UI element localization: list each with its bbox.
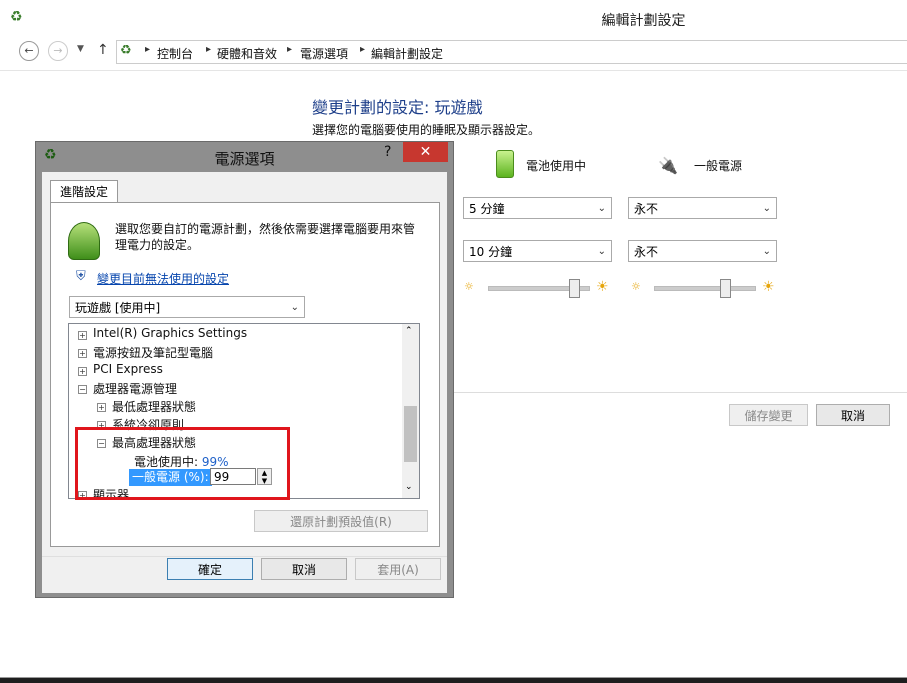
expand-icon[interactable]: + (97, 403, 106, 412)
sleep-plugged-select[interactable]: 永不 ⌄ (628, 240, 777, 262)
address-bar[interactable]: ♻ ▸ 控制台 ▸ 硬體和音效 ▸ 電源選項 ▸ 編輯計劃設定 (116, 40, 907, 64)
expand-icon[interactable]: + (78, 331, 87, 340)
chevron-down-icon: ⌄ (597, 246, 606, 257)
save-changes-button[interactable]: 儲存變更 (729, 404, 808, 426)
brightness-plugged-slider[interactable] (654, 286, 756, 291)
tree-item[interactable]: Intel(R) Graphics Settings (93, 326, 247, 340)
select-value: 10 分鐘 (469, 245, 513, 259)
power-plug-icon: 🔌 (658, 156, 678, 175)
breadcrumb-separator[interactable]: ▸ (287, 44, 292, 55)
breadcrumb-separator[interactable]: ▸ (206, 44, 211, 55)
restore-defaults-button[interactable]: 還原計劃預設值(R) (254, 510, 428, 532)
slider-thumb[interactable] (569, 279, 580, 298)
slider-thumb[interactable] (720, 279, 731, 298)
plugged-column-header: 一般電源 (694, 159, 743, 173)
ok-button[interactable]: 確定 (167, 558, 253, 580)
recent-dropdown-icon[interactable]: ▼ (77, 44, 84, 54)
dialog-body: 進階設定 選取您要自訂的電源計劃，然後依需要選擇電腦要用來管理電力的設定。 ⛨ … (42, 172, 447, 593)
forward-button[interactable]: → (48, 41, 68, 61)
intro-text: 選取您要自訂的電源計劃，然後依需要選擇電腦要用來管理電力的設定。 (115, 222, 416, 252)
scroll-up-icon[interactable]: ⌃ (405, 326, 413, 336)
breadcrumb-hardware-sound[interactable]: 硬體和音效 (217, 45, 277, 62)
dialog-cancel-button[interactable]: 取消 (261, 558, 347, 580)
select-value: 永不 (634, 202, 659, 216)
annotation-highlight-box (75, 427, 290, 500)
page-description: 選擇您的電腦要使用的睡眠及顯示器設定。 (312, 123, 541, 137)
tree-item[interactable]: 處理器電源管理 (93, 380, 177, 397)
page-title: 變更計劃的設定: 玩遊戲 (312, 98, 483, 117)
window-title: 編輯計劃設定 (601, 13, 686, 29)
display-off-plugged-select[interactable]: 永不 ⌄ (628, 197, 777, 219)
dim-brightness-icon: ☼ (464, 280, 474, 293)
title-bar: ♻ 編輯計劃設定 (0, 0, 907, 36)
scroll-down-icon[interactable]: ⌄ (405, 482, 413, 492)
back-button[interactable]: ← (19, 41, 39, 61)
select-value: 玩遊戲 [使用中] (75, 301, 161, 315)
control-panel-icon: ♻ (120, 43, 132, 58)
breadcrumb-separator[interactable]: ▸ (145, 44, 150, 55)
breadcrumb-edit-plan[interactable]: 編輯計劃設定 (371, 45, 443, 62)
bright-brightness-icon: ☀ (596, 279, 609, 295)
bright-brightness-icon: ☀ (762, 279, 775, 295)
shield-icon: ⛨ (76, 269, 86, 284)
help-button[interactable]: ? (384, 144, 391, 160)
apply-button[interactable]: 套用(A) (355, 558, 441, 580)
sleep-battery-select[interactable]: 10 分鐘 ⌄ (463, 240, 612, 262)
scroll-thumb[interactable] (404, 406, 417, 462)
cancel-button[interactable]: 取消 (816, 404, 890, 426)
breadcrumb-separator[interactable]: ▸ (360, 44, 365, 55)
tree-item[interactable]: PCI Express (93, 362, 163, 376)
power-options-dialog: ♻ 電源選項 ? ✕ 進階設定 選取您要自訂的電源計劃，然後依需要選擇電腦要用來… (35, 141, 454, 598)
tree-item[interactable]: 電源按鈕及筆記型電腦 (93, 344, 213, 361)
battery-column-header: 電池使用中 (526, 159, 587, 173)
chevron-down-icon: ⌄ (290, 302, 299, 313)
plan-select[interactable]: 玩遊戲 [使用中] ⌄ (69, 296, 305, 318)
power-battery-icon (68, 222, 100, 260)
tree-item[interactable]: 最低處理器狀態 (112, 398, 196, 415)
tab-advanced-settings[interactable]: 進階設定 (50, 180, 118, 203)
expand-icon[interactable]: + (78, 349, 87, 358)
chevron-down-icon: ⌄ (762, 203, 771, 214)
collapse-icon[interactable]: − (78, 385, 87, 394)
select-value: 永不 (634, 245, 659, 259)
close-button[interactable]: ✕ (403, 142, 448, 162)
chevron-down-icon: ⌄ (597, 203, 606, 214)
dim-brightness-icon: ☼ (631, 280, 641, 293)
tree-scrollbar[interactable]: ⌃ ⌄ (402, 324, 419, 498)
display-off-battery-select[interactable]: 5 分鐘 ⌄ (463, 197, 612, 219)
select-value: 5 分鐘 (469, 202, 505, 216)
dialog-title-bar: ♻ 電源選項 ? ✕ (36, 142, 453, 170)
expand-icon[interactable]: + (78, 367, 87, 376)
change-unavailable-settings-link[interactable]: 變更目前無法使用的設定 (97, 270, 229, 287)
chevron-down-icon: ⌄ (762, 246, 771, 257)
divider (0, 70, 907, 71)
breadcrumb-power-options[interactable]: 電源選項 (300, 45, 348, 62)
breadcrumb-control-panel[interactable]: 控制台 (157, 45, 193, 62)
battery-icon (496, 150, 514, 178)
divider (454, 392, 907, 393)
up-button[interactable]: ↑ (97, 42, 109, 58)
